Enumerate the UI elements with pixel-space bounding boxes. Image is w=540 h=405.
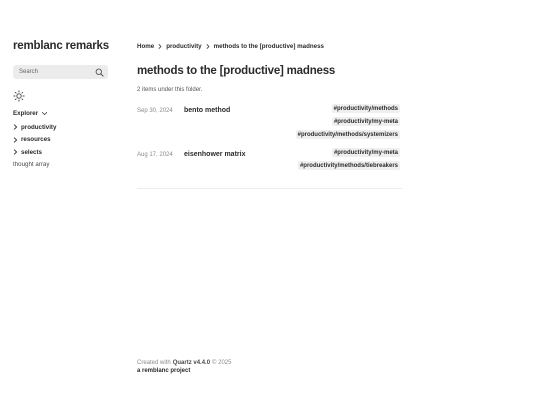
divider xyxy=(137,188,402,189)
chevron-right-icon[interactable] xyxy=(13,124,18,130)
list-item: Sep 30, 2024 bento method #productivity/… xyxy=(137,104,402,147)
tag-list: #productivity/methods #productivity/my-m… xyxy=(295,104,400,139)
note-title-link[interactable]: eisenhower matrix xyxy=(184,151,245,178)
folder-selects[interactable]: selects xyxy=(13,146,109,159)
explorer-tree: productivity resources selects thought a… xyxy=(13,121,109,171)
tag[interactable]: #productivity/methods/tiebreakers xyxy=(297,161,400,170)
explorer-toggle[interactable]: Explorer xyxy=(13,110,109,117)
quartz-link[interactable]: Quartz v4.4.0 xyxy=(173,360,210,366)
folder-productivity[interactable]: productivity xyxy=(13,121,109,134)
folder-label[interactable]: productivity xyxy=(21,124,56,131)
explorer-label: Explorer xyxy=(13,110,39,117)
tag[interactable]: #productivity/methods xyxy=(331,104,400,113)
site-title[interactable]: remblanc remarks xyxy=(13,40,109,52)
footer-credit: Created with Quartz v4.4.0 © 2025 xyxy=(137,357,231,368)
folder-label[interactable]: resources xyxy=(21,136,51,143)
breadcrumb-current: methods to the [productive] madness xyxy=(213,42,324,50)
breadcrumb-folder[interactable]: productivity xyxy=(166,43,201,50)
tag[interactable]: #productivity/methods/systemizers xyxy=(295,130,400,139)
note-list: Sep 30, 2024 bento method #productivity/… xyxy=(137,104,402,178)
chevron-right-icon xyxy=(158,43,162,49)
left-sidebar: remblanc remarks Search Explorer product… xyxy=(13,40,109,171)
item-count: 2 items under this folder. xyxy=(137,87,203,93)
footer-project-link[interactable]: a remblanc project xyxy=(137,368,231,374)
chevron-right-icon[interactable] xyxy=(13,137,18,143)
footer-copyright: © 2025 xyxy=(212,359,232,366)
main-content: Home productivity methods to the [produc… xyxy=(137,40,402,189)
folder-resources[interactable]: resources xyxy=(13,134,109,147)
note-title-link[interactable]: bento method xyxy=(184,107,230,147)
note-date: Aug 17, 2024 xyxy=(137,152,173,158)
tag-list: #productivity/my-meta #productivity/meth… xyxy=(297,148,400,170)
tag[interactable]: #productivity/my-meta xyxy=(331,148,400,157)
note-date: Sep 30, 2024 xyxy=(137,108,173,114)
breadcrumb-home[interactable]: Home xyxy=(137,43,154,50)
list-item: Aug 17, 2024 eisenhower matrix #producti… xyxy=(137,148,402,178)
folder-label[interactable]: selects xyxy=(21,149,42,156)
search-bar[interactable]: Search xyxy=(13,65,108,79)
file-thought-array[interactable]: thought array xyxy=(13,159,109,171)
search-placeholder[interactable]: Search xyxy=(19,69,38,75)
page-title: methods to the [productive] madness xyxy=(137,65,336,77)
breadcrumb: Home productivity methods to the [produc… xyxy=(137,40,402,52)
tag[interactable]: #productivity/my-meta xyxy=(331,117,400,126)
search-icon[interactable] xyxy=(95,68,104,77)
chevron-right-icon xyxy=(206,43,210,49)
sun-icon[interactable] xyxy=(13,90,25,102)
chevron-right-icon[interactable] xyxy=(13,149,18,155)
chevron-down-icon xyxy=(42,112,48,116)
footer: Created with Quartz v4.4.0 © 2025 a remb… xyxy=(137,357,231,375)
footer-created-with: Created with xyxy=(137,359,171,366)
